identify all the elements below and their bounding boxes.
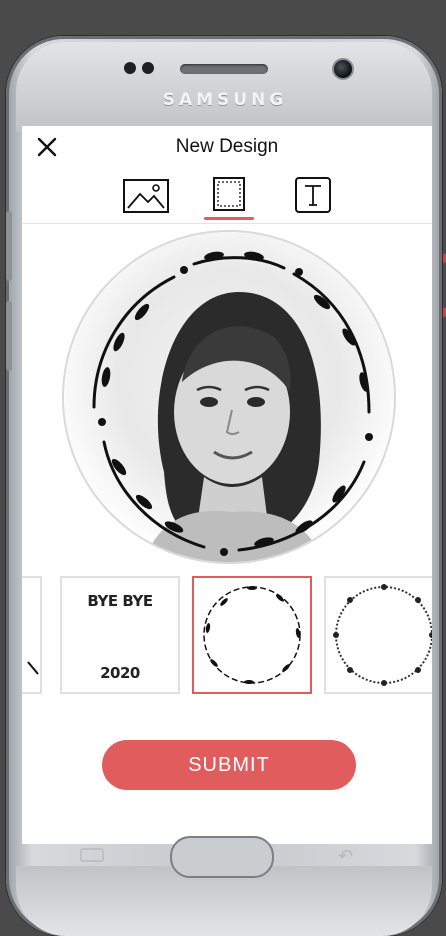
- submit-button[interactable]: SUBMIT: [102, 740, 356, 790]
- frame-icon: [213, 177, 245, 211]
- profile-photo-with-wreath: [64, 232, 394, 562]
- app-screen: New Design BYE BYE 2020 SUBMIT: [22, 126, 432, 844]
- home-button[interactable]: [170, 836, 274, 878]
- back-key-icon[interactable]: ↶: [338, 846, 353, 867]
- app-header: New Design: [22, 126, 432, 170]
- front-camera-icon: [332, 58, 354, 80]
- wreath-frame-icon: [203, 586, 301, 684]
- frame-thumbnail[interactable]: [22, 576, 42, 694]
- volume-up-button: [6, 211, 12, 281]
- thumbnail-top-text: BYE BYE: [87, 592, 153, 610]
- active-tab-indicator: [204, 217, 254, 220]
- frame-thumbnail[interactable]: [324, 576, 432, 694]
- frame-preview-icon: [27, 661, 39, 675]
- frame-thumbnail[interactable]: BYE BYE 2020: [60, 576, 180, 694]
- text-icon: [295, 177, 331, 213]
- page-title: New Design: [175, 136, 279, 157]
- device-brand-logo: SAMSUNG: [162, 90, 288, 110]
- frame-thumbnail-strip: BYE BYE 2020: [22, 576, 432, 696]
- light-sensor-icon: [142, 62, 154, 74]
- frame-thumbnail-selected[interactable]: [192, 576, 312, 694]
- proximity-sensor-icon: [124, 62, 136, 74]
- earpiece-speaker: [180, 64, 268, 74]
- thumbnail-bottom-text: 2020: [100, 664, 140, 682]
- recent-apps-key-icon[interactable]: [80, 848, 104, 862]
- design-tabs: [22, 172, 432, 224]
- tab-frame[interactable]: [204, 176, 254, 220]
- floral-frame-icon: [333, 584, 432, 686]
- image-icon: [123, 179, 169, 213]
- phone-top-bezel: [16, 42, 432, 132]
- design-preview: [62, 230, 396, 564]
- tab-text[interactable]: [292, 176, 334, 220]
- tab-image[interactable]: [122, 176, 169, 220]
- volume-down-button: [6, 301, 12, 371]
